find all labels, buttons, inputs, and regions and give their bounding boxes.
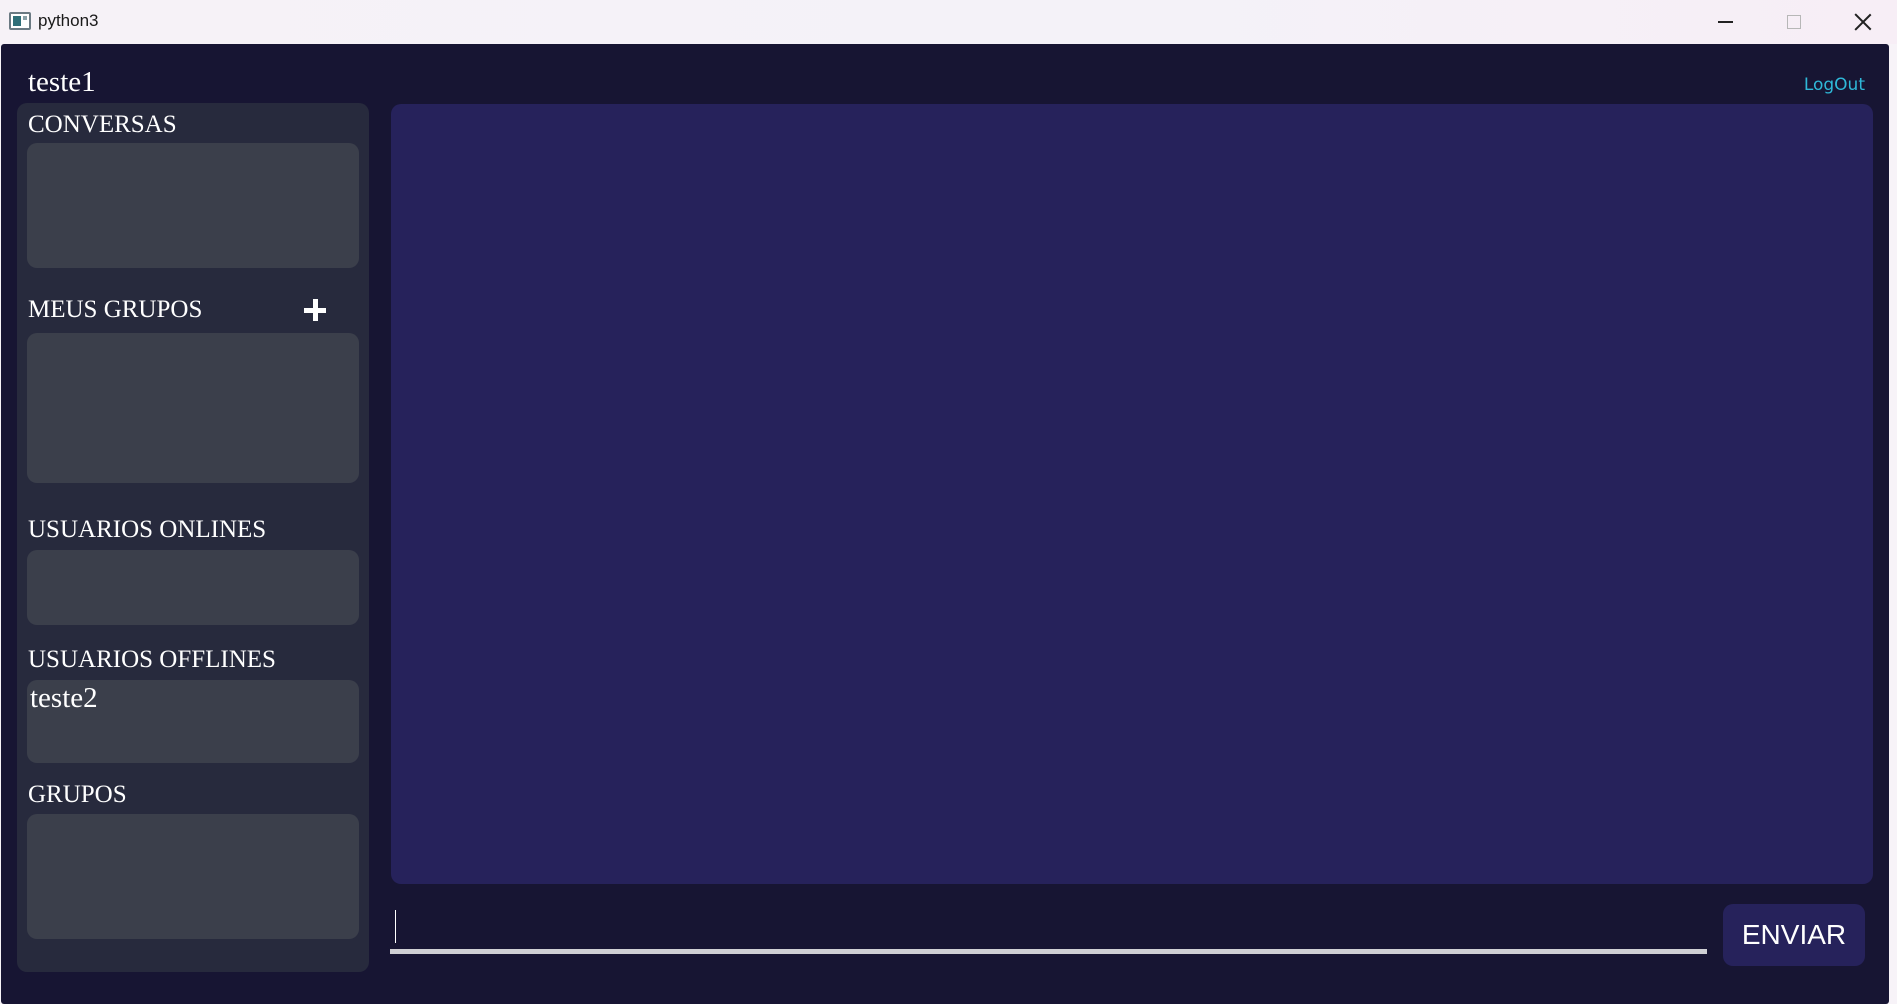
window-bottom-edge xyxy=(0,1004,1897,1008)
window-title: python3 xyxy=(38,11,99,30)
close-button[interactable] xyxy=(1828,0,1897,44)
grupos-label: GRUPOS xyxy=(28,781,127,808)
offline-user-item[interactable]: teste2 xyxy=(30,682,98,715)
offline-users-list[interactable]: teste2 xyxy=(27,680,359,763)
maximize-icon xyxy=(1787,15,1801,29)
close-icon xyxy=(1854,13,1872,31)
online-users-list[interactable] xyxy=(27,550,359,625)
app-window-icon xyxy=(9,12,31,30)
groups-list[interactable] xyxy=(27,814,359,939)
usuarios-offlines-label: USUARIOS OFFLINES xyxy=(28,646,276,673)
text-caret xyxy=(395,910,396,943)
usuarios-onlines-label: USUARIOS ONLINES xyxy=(28,516,267,543)
message-input[interactable] xyxy=(390,904,1707,954)
sidebar: CONVERSAS MEUS GRUPOS USUARIOS ONLINES U… xyxy=(17,103,369,972)
conversations-list[interactable] xyxy=(27,143,359,268)
conversas-label: CONVERSAS xyxy=(28,111,177,138)
send-button[interactable]: ENVIAR xyxy=(1723,904,1865,966)
logout-link[interactable]: LogOut xyxy=(1804,75,1865,95)
chat-app: teste1 LogOut CONVERSAS MEUS GRUPOS USUA… xyxy=(1,44,1889,1004)
minimize-icon xyxy=(1717,21,1733,23)
add-group-button[interactable] xyxy=(303,298,327,322)
maximize-button[interactable] xyxy=(1759,0,1829,44)
title-bar[interactable]: python3 xyxy=(0,0,1897,44)
chat-messages-area[interactable] xyxy=(391,104,1873,884)
current-username: teste1 xyxy=(28,66,96,98)
minimize-button[interactable] xyxy=(1690,0,1760,44)
my-groups-list[interactable] xyxy=(27,333,359,483)
app-window: python3 teste1 LogOut CONVERSAS MEUS GRU… xyxy=(0,0,1897,1008)
meus-grupos-label: MEUS GRUPOS xyxy=(28,296,203,323)
